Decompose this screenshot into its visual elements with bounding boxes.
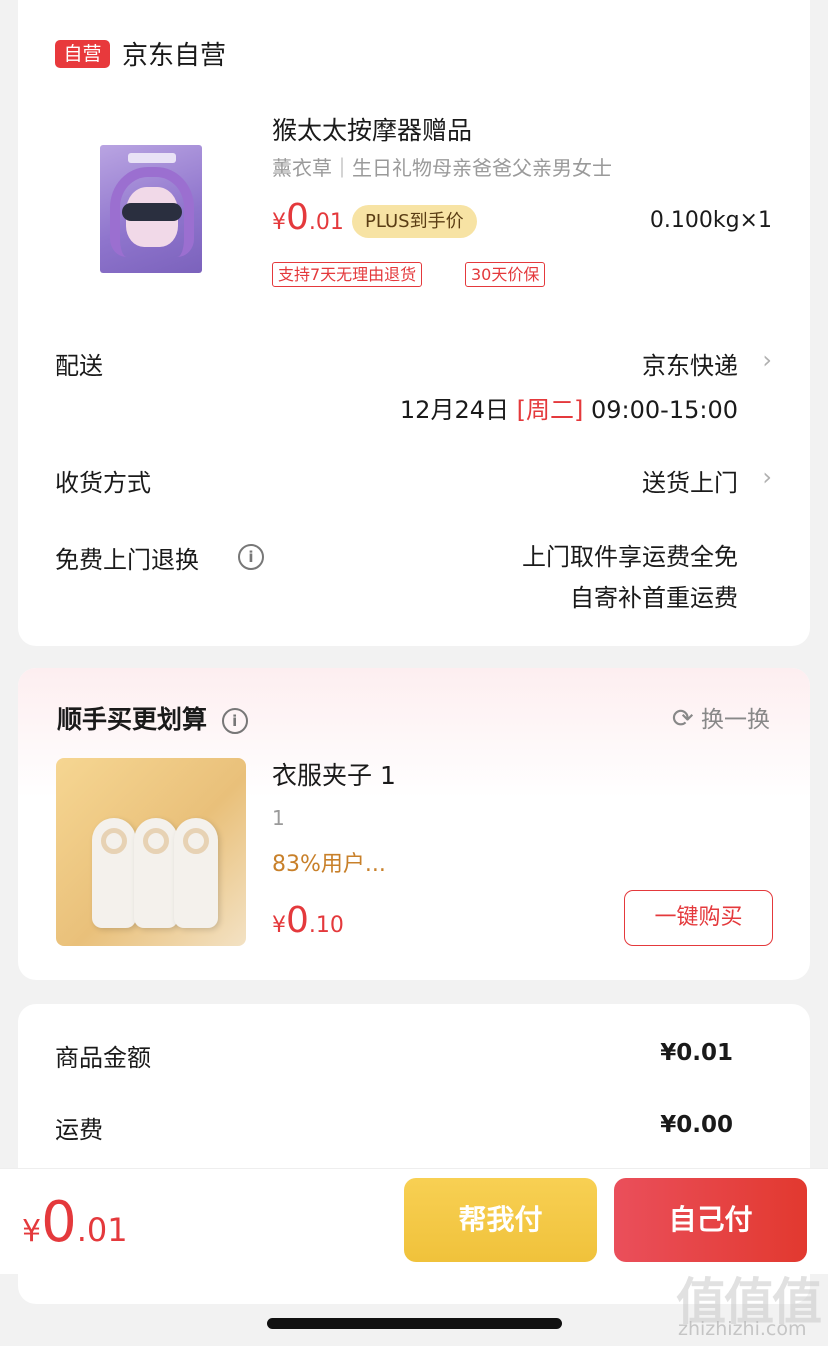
- addon-product-rating: 83%用户...: [272, 852, 386, 877]
- product-spec: 薰衣草｜生日礼物母亲爸爸父亲男女士: [272, 156, 612, 180]
- price-decimal: .01: [308, 210, 344, 235]
- delivery-label: 配送: [55, 352, 103, 380]
- chevron-right-icon[interactable]: ›: [762, 346, 772, 374]
- delivery-weekday: [周二]: [516, 396, 584, 424]
- addon-product-image[interactable]: [56, 758, 246, 946]
- goods-amount-value: ¥0.01: [660, 1040, 733, 1066]
- price-symbol: ¥: [272, 210, 286, 235]
- info-icon[interactable]: i: [221, 708, 248, 734]
- help-me-pay-button[interactable]: 帮我付: [404, 1178, 597, 1262]
- total-integer: 0: [41, 1190, 77, 1255]
- home-indicator[interactable]: [267, 1318, 562, 1329]
- product-title[interactable]: 猴太太按摩器赠品: [272, 111, 472, 147]
- self-operated-badge: 自营: [55, 40, 110, 68]
- addon-title-text: 顺手买更划算: [57, 705, 208, 734]
- free-return-line-1: 上门取件享运费全免: [522, 543, 738, 571]
- shipping-fee-label: 运费: [55, 1116, 103, 1144]
- goods-amount-label: 商品金额: [55, 1044, 151, 1072]
- total-price: ¥0.01: [22, 1190, 128, 1255]
- weight-quantity: 0.100kg×1: [649, 208, 772, 233]
- service-tag-price-protect: 30天价保: [465, 262, 546, 287]
- price-integer: 0: [286, 900, 309, 941]
- price-integer: 0: [286, 197, 309, 238]
- product-price: ¥0.01: [272, 196, 344, 246]
- delivery-time-window: 09:00-15:00: [591, 396, 738, 424]
- product-image[interactable]: [100, 145, 202, 273]
- chevron-right-icon[interactable]: ›: [762, 463, 772, 491]
- price-symbol: ¥: [272, 913, 286, 938]
- addon-product-name[interactable]: 衣服夹子 1: [272, 756, 396, 792]
- info-icon[interactable]: i: [238, 544, 264, 570]
- one-click-buy-button[interactable]: 一键购买: [624, 890, 773, 946]
- watermark-url: zhizhizhi.com: [678, 1318, 807, 1340]
- delivery-carrier[interactable]: 京东快递: [642, 346, 738, 381]
- free-return-line-2: 自寄补首重运费: [570, 584, 738, 612]
- price-decimal: .10: [308, 913, 344, 938]
- addon-title: 顺手买更划算 i: [57, 700, 248, 736]
- delivery-date: 12月24日: [399, 396, 509, 424]
- addon-product-spec: 1: [272, 806, 285, 830]
- plus-price-tag: PLUS到手价: [352, 205, 477, 238]
- receive-method-value[interactable]: 送货上门: [642, 463, 738, 498]
- refresh-button[interactable]: ⟳ 换一换: [672, 700, 770, 734]
- delivery-time[interactable]: 12月24日 [周二] 09:00-15:00: [400, 390, 738, 425]
- shipping-fee-value: ¥0.00: [660, 1112, 733, 1138]
- refresh-label: 换一换: [701, 707, 770, 733]
- addon-product-price: ¥0.10: [272, 900, 344, 941]
- shop-name[interactable]: 京东自营: [122, 35, 226, 72]
- total-symbol: ¥: [22, 1214, 42, 1249]
- refresh-icon: ⟳: [671, 704, 694, 734]
- service-tag-return: 支持7天无理由退货: [272, 262, 423, 287]
- pay-myself-button[interactable]: 自己付: [614, 1178, 807, 1262]
- total-decimal: .01: [76, 1211, 128, 1249]
- receive-method-label: 收货方式: [55, 469, 151, 497]
- free-return-label: 免费上门退换: [55, 546, 199, 574]
